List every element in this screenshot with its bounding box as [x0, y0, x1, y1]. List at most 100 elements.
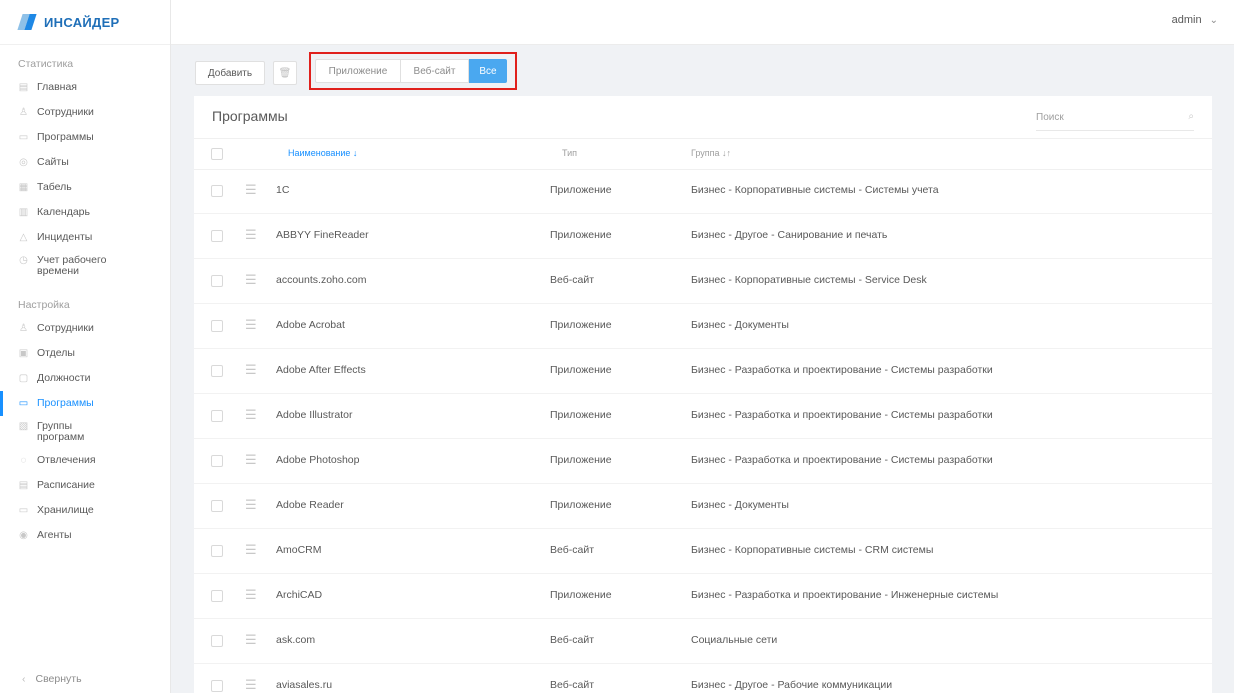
cell-type: Веб-сайт [550, 634, 594, 646]
user-icon: ♙ [19, 323, 28, 334]
sidebar-settings-item[interactable]: ▣ Отделы [0, 341, 170, 366]
cell-group: Бизнес - Разработка и проектирование - С… [691, 364, 993, 376]
user-menu[interactable]: admin ⌄ [1172, 14, 1218, 26]
sidebar-stats-item[interactable]: ▭ Программы [0, 125, 170, 150]
sidebar-stats-item[interactable]: ◷ Учет рабочего времени [0, 250, 170, 282]
drag-handle-icon[interactable]: ☰ [245, 542, 257, 558]
row-checkbox[interactable] [211, 545, 223, 557]
drag-handle-icon[interactable]: ☰ [245, 182, 257, 198]
drag-handle-icon[interactable]: ☰ [245, 632, 257, 648]
cell-type: Приложение [550, 364, 612, 376]
table-row[interactable]: ☰ accounts.zoho.com Веб-сайт Бизнес - Корпо… [194, 259, 1212, 304]
drag-handle-icon[interactable]: ☰ [245, 677, 257, 693]
add-button[interactable]: Добавить [195, 61, 265, 85]
select-all-checkbox[interactable] [211, 148, 223, 160]
table-row[interactable]: ☰ Adobe Photoshop Приложение Бизнес - Разра… [194, 439, 1212, 484]
drag-handle-icon[interactable]: ☰ [245, 587, 257, 603]
table-row[interactable]: ☰ ABBYY FineReader Приложение Бизнес - Друг… [194, 214, 1212, 259]
drag-handle-icon[interactable]: ☰ [245, 227, 257, 243]
toolbar: Добавить 🗑 Приложение Веб-сайт Все [195, 52, 517, 90]
filter-application[interactable]: Приложение [315, 59, 401, 83]
row-checkbox[interactable] [211, 275, 223, 287]
sidebar-settings-item[interactable]: ◌ Отвлечения [0, 448, 170, 473]
trash-icon: 🗑 [278, 67, 292, 79]
column-header-name[interactable]: Наименование ↓ [288, 148, 357, 158]
search-input[interactable]: Поиск ⌕ [1036, 106, 1194, 131]
column-header-type: Тип [562, 148, 578, 158]
sidebar-settings-item[interactable]: ▧ Группы программ [0, 416, 170, 448]
filter-website[interactable]: Веб-сайт [401, 59, 469, 83]
sidebar-stats-item-label: Сайты [37, 156, 69, 168]
column-header-group[interactable]: Группа ↓↑ [691, 148, 731, 158]
sidebar-stats-item-label: Инциденты [37, 231, 93, 243]
storage-icon: ▭ [18, 505, 29, 516]
cell-name: ABBYY FineReader [276, 229, 369, 241]
sidebar-settings-item-label: Расписание [37, 479, 95, 491]
table-row[interactable]: ☰ ArchiCAD Приложение Бизнес - Разработка и… [194, 574, 1212, 619]
sidebar-settings-item[interactable]: ◉ Агенты [0, 523, 170, 548]
cell-group: Бизнес - Документы [691, 319, 789, 331]
programs-icon: ▭ [18, 398, 29, 409]
table-row[interactable]: ☰ Adobe After Effects Приложение Бизнес - Р… [194, 349, 1212, 394]
sidebar-stats-item[interactable]: ▥ Календарь [0, 200, 170, 225]
drag-handle-icon[interactable]: ☰ [245, 362, 257, 378]
sidebar-settings-item-label: Отвлечения [37, 454, 96, 466]
section-title-statistics: Статистика [18, 58, 74, 70]
drag-handle-icon[interactable]: ☰ [245, 452, 257, 468]
sidebar-settings-item[interactable]: ▤ Расписание [0, 473, 170, 498]
cell-type: Приложение [550, 409, 612, 421]
row-checkbox[interactable] [211, 320, 223, 332]
drag-handle-icon[interactable]: ☰ [245, 272, 257, 288]
sidebar: ИНСАЙДЕР Статистика ▤ Главная ♙ Сотрудники ▭… [0, 0, 171, 693]
row-checkbox[interactable] [211, 230, 223, 242]
table-row[interactable]: ☰ AmoCRM Веб-сайт Бизнес - Корпоративные си… [194, 529, 1212, 574]
table-row[interactable]: ☰ Adobe Acrobat Приложение Бизнес - Докумен… [194, 304, 1212, 349]
sidebar-settings-item[interactable]: ▢ Должности [0, 366, 170, 391]
sidebar-stats-item[interactable]: ▤ Главная [0, 75, 170, 100]
table-row[interactable]: ☰ Adobe Reader Приложение Бизнес - Документ… [194, 484, 1212, 529]
sidebar-stats-item[interactable]: △ Инциденты [0, 225, 170, 250]
cell-name: Adobe After Effects [276, 364, 366, 376]
table-row[interactable]: ☰ aviasales.ru Веб-сайт Бизнес - Другое - Р… [194, 664, 1212, 693]
cell-type: Веб-сайт [550, 274, 594, 286]
row-checkbox[interactable] [211, 185, 223, 197]
row-checkbox[interactable] [211, 455, 223, 467]
table-row[interactable]: ☰ 1C Приложение Бизнес - Корпоративные сист… [194, 169, 1212, 214]
cell-type: Приложение [550, 229, 612, 241]
cell-type: Приложение [550, 589, 612, 601]
filter-all[interactable]: Все [469, 59, 507, 83]
row-checkbox[interactable] [211, 365, 223, 377]
groups-icon: ▧ [18, 421, 29, 432]
top-bar: admin ⌄ [171, 0, 1234, 45]
table-row[interactable]: ☰ ask.com Веб-сайт Социальные сети [194, 619, 1212, 664]
sidebar-settings-item-label: Агенты [37, 529, 72, 541]
row-checkbox[interactable] [211, 635, 223, 647]
cell-group: Бизнес - Разработка и проектирование - С… [691, 454, 993, 466]
cell-name: ArchiCAD [276, 589, 323, 601]
row-checkbox[interactable] [211, 680, 223, 692]
row-checkbox[interactable] [211, 500, 223, 512]
sidebar-stats-item[interactable]: ◎ Сайты [0, 150, 170, 175]
user-icon: ♙ [19, 107, 28, 118]
logo[interactable]: ИНСАЙДЕР [0, 0, 170, 45]
drag-handle-icon[interactable]: ☰ [245, 407, 257, 423]
collapse-label: Свернуть [35, 673, 82, 685]
sidebar-stats-item[interactable]: ▦ Табель [0, 175, 170, 200]
drag-handle-icon[interactable]: ☰ [245, 317, 257, 333]
row-checkbox[interactable] [211, 410, 223, 422]
sidebar-settings-item[interactable]: ▭ Хранилище [0, 498, 170, 523]
user-name: admin [1171, 14, 1202, 26]
positions-icon: ▢ [18, 373, 29, 384]
sidebar-settings-item[interactable]: ♙ Сотрудники [0, 316, 170, 341]
collapse-button[interactable]: ‹ Свернуть [22, 673, 82, 685]
delete-button[interactable]: 🗑 [273, 61, 297, 85]
sidebar-stats-item[interactable]: ♙ Сотрудники [0, 100, 170, 125]
row-checkbox[interactable] [211, 590, 223, 602]
sidebar-settings-item[interactable]: ▭ Программы [0, 391, 170, 416]
drag-handle-icon[interactable]: ☰ [245, 497, 257, 513]
sidebar-settings-item-label: Сотрудники [37, 322, 94, 334]
dashboard-icon: ▤ [18, 82, 29, 93]
table-row[interactable]: ☰ Adobe Illustrator Приложение Бизнес - Раз… [194, 394, 1212, 439]
cell-name: AmoCRM [276, 544, 322, 556]
section-title-settings: Настройка [18, 299, 70, 311]
